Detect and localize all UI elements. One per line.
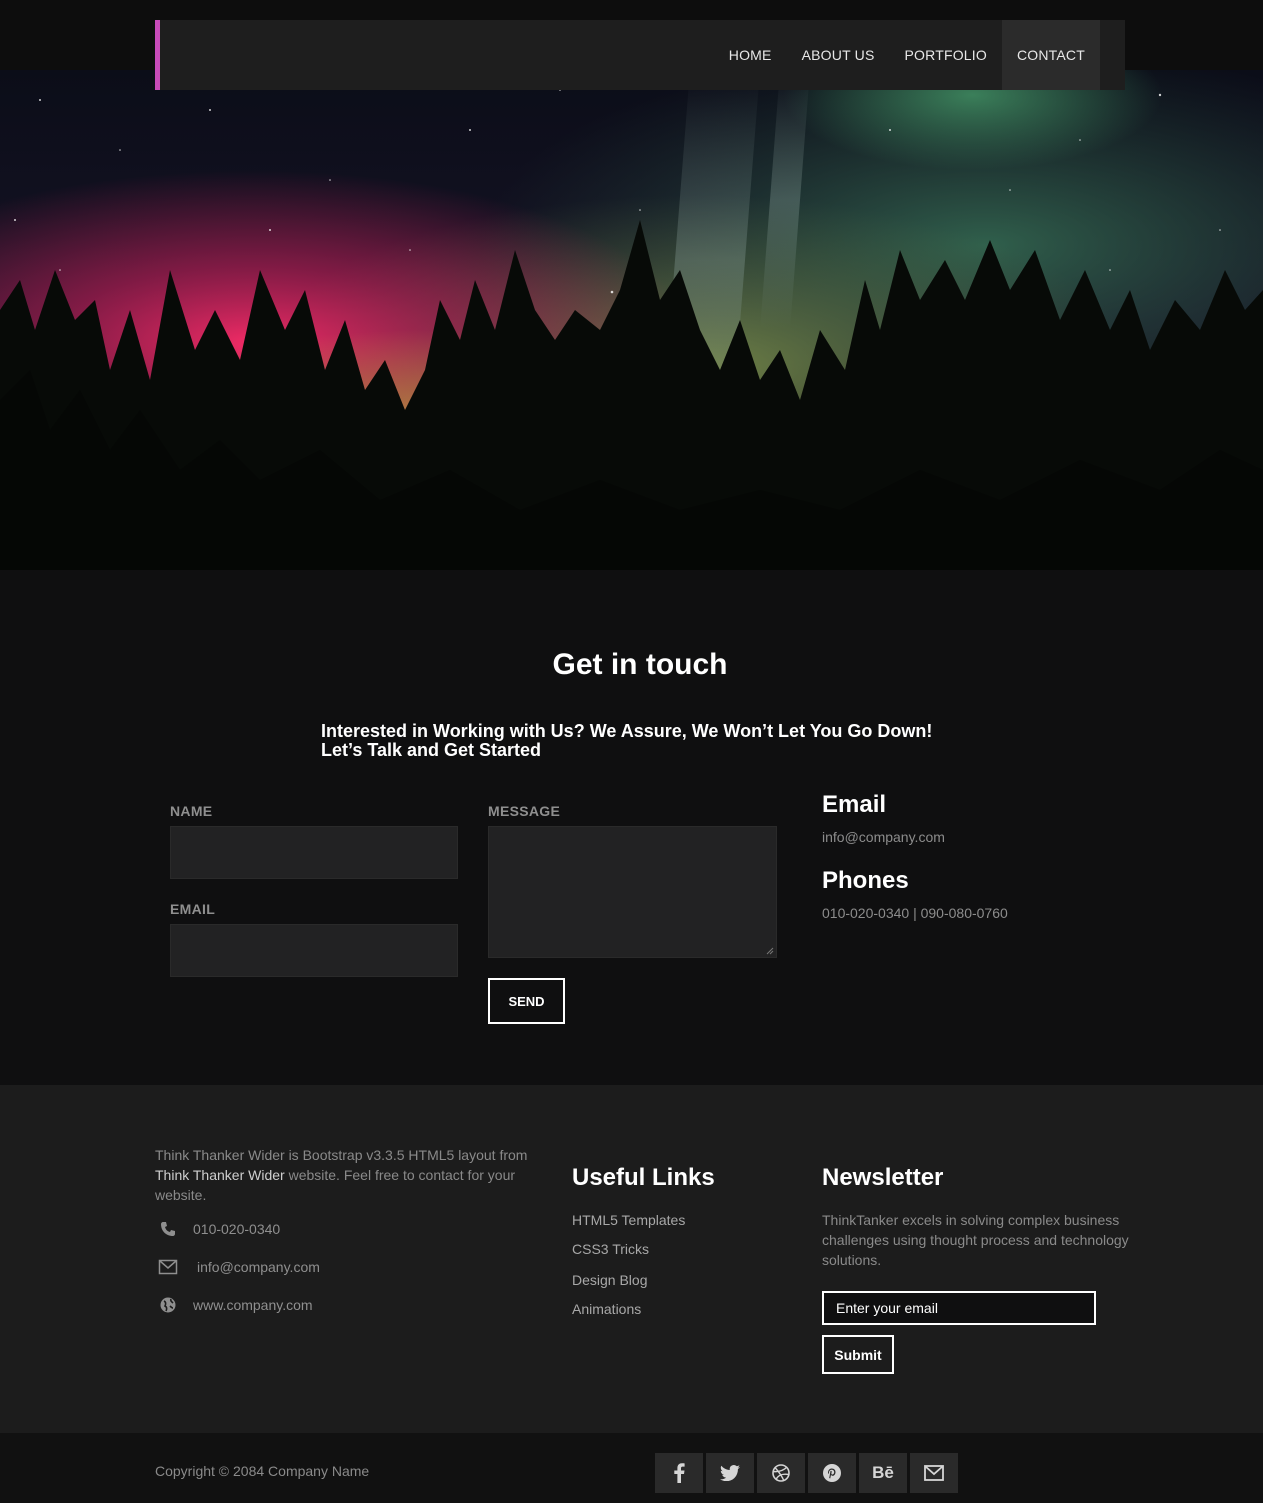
bottom-bar: Copyright © 2084 Company Name Bē (0, 1433, 1263, 1503)
name-field-wrapper (170, 826, 458, 879)
facebook-icon (674, 1463, 685, 1483)
copyright-text: Copyright © 2084 Company Name (155, 1463, 370, 1479)
footer-phone-text: 010-020-0340 (193, 1221, 281, 1237)
send-button[interactable]: SEND (488, 978, 565, 1024)
phone-icon (155, 1219, 181, 1239)
resize-grip-icon[interactable] (766, 947, 774, 955)
email-field-wrapper (170, 924, 458, 977)
nav-item-portfolio[interactable]: PORTFOLIO (890, 20, 1002, 90)
pinterest-icon (823, 1464, 841, 1482)
email-value: info@company.com (822, 829, 945, 845)
behance-icon: Bē (872, 1463, 894, 1482)
nav-item-contact[interactable]: CONTACT (1001, 20, 1100, 90)
twitter-button[interactable] (706, 1453, 754, 1493)
envelope-icon (924, 1465, 944, 1481)
email-input[interactable] (171, 925, 457, 976)
nav-menu: HOME ABOUT US PORTFOLIO CONTACT (714, 20, 1100, 90)
phones-heading: Phones (822, 867, 909, 894)
dribbble-button[interactable] (757, 1453, 805, 1493)
name-input[interactable] (171, 827, 457, 878)
newsletter-text: ThinkTanker excels in solving complex bu… (822, 1212, 1129, 1268)
message-textarea[interactable] (489, 827, 776, 957)
footer-phone-line: 010-020-0340 (155, 1219, 280, 1239)
hero-aurora-image (0, 70, 1263, 570)
newsletter-email-input[interactable]: Enter your email (822, 1291, 1096, 1325)
nav-item-home[interactable]: HOME (714, 20, 787, 90)
message-field-wrapper (488, 826, 777, 958)
contact-section: Get in touch Interested in Working with … (0, 570, 1263, 1085)
dribbble-icon (772, 1464, 790, 1482)
main-navbar: HOME ABOUT US PORTFOLIO CONTACT (155, 20, 1125, 90)
email-label: EMAIL (170, 901, 216, 917)
footer-about-pre: Think Thanker Wider is Bootstrap v3.3.5 … (155, 1147, 528, 1163)
mail-button[interactable] (910, 1453, 958, 1493)
footer-link-animations[interactable]: Animations (572, 1301, 641, 1317)
envelope-icon (155, 1257, 181, 1277)
contact-subtitle-line-1: Interested in Working with Us? We Assure… (321, 721, 933, 741)
aurora-forest-illustration (0, 70, 1263, 570)
facebook-button[interactable] (655, 1453, 703, 1493)
email-heading: Email (822, 791, 887, 818)
footer-website-line: www.company.com (155, 1295, 313, 1315)
navbar-accent-stripe (155, 20, 160, 90)
footer-website-text[interactable]: www.company.com (193, 1297, 313, 1313)
contact-subtitle-line-2: Let’s Talk and Get Started (321, 740, 542, 760)
footer-email-text[interactable]: info@company.com (197, 1259, 320, 1275)
contact-title: Get in touch (552, 648, 728, 681)
social-links: Bē (655, 1453, 958, 1493)
contact-subtitle: Interested in Working with Us? We Assure… (321, 722, 981, 760)
footer-email-line: info@company.com (155, 1257, 320, 1277)
newsletter-submit-button[interactable]: Submit (822, 1335, 894, 1374)
footer-link-html5-templates[interactable]: HTML5 Templates (572, 1212, 685, 1228)
newsletter-heading: Newsletter (822, 1164, 944, 1191)
footer-about-link[interactable]: Think Thanker Wider (155, 1167, 285, 1183)
message-label: MESSAGE (488, 803, 561, 819)
footer: Think Thanker Wider is Bootstrap v3.3.5 … (0, 1085, 1263, 1433)
name-label: NAME (170, 803, 213, 819)
useful-links-heading: Useful Links (572, 1164, 715, 1191)
phones-value: 010-020-0340 | 090-080-0760 (822, 905, 1008, 921)
behance-button[interactable]: Bē (859, 1453, 907, 1493)
footer-link-css3-tricks[interactable]: CSS3 Tricks (572, 1241, 649, 1257)
footer-about-text: Think Thanker Wider is Bootstrap v3.3.5 … (155, 1145, 535, 1205)
footer-link-design-blog[interactable]: Design Blog (572, 1272, 648, 1288)
twitter-icon (720, 1465, 740, 1481)
globe-icon (155, 1295, 181, 1315)
pinterest-button[interactable] (808, 1453, 856, 1493)
nav-item-about-us[interactable]: ABOUT US (787, 20, 890, 90)
